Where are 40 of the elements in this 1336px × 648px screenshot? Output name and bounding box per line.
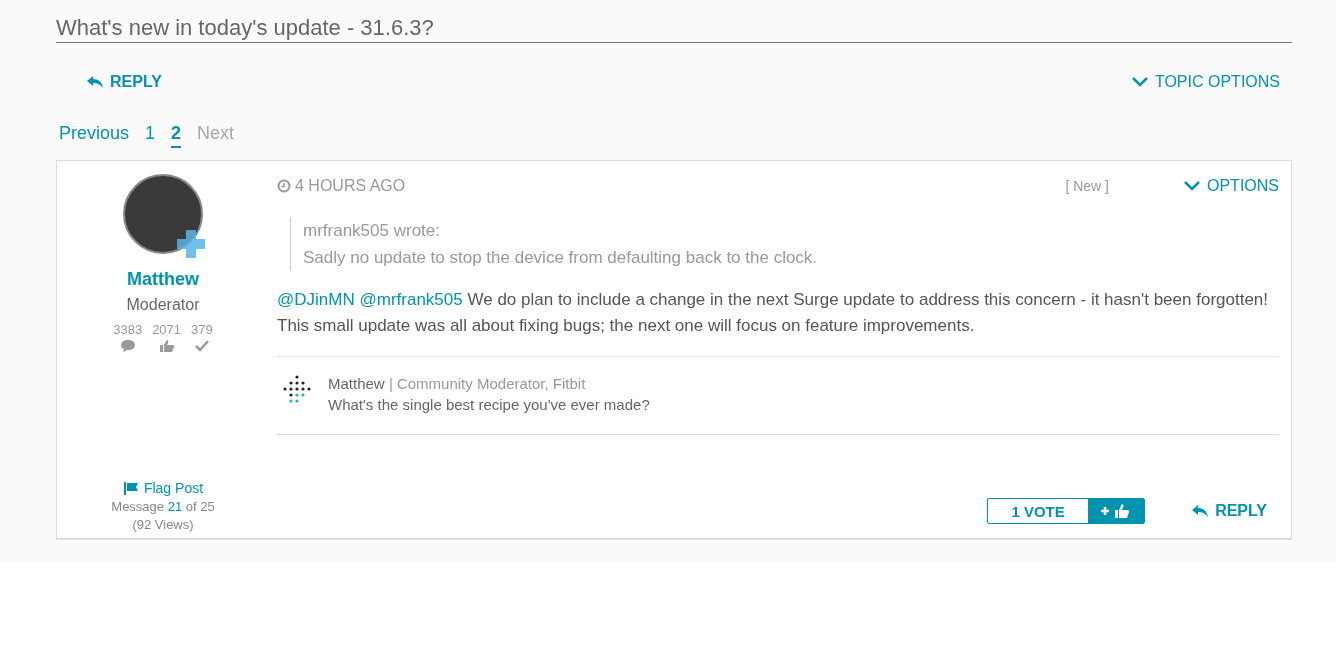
- topic-title: What's new in today's update - 31.6.3?: [56, 0, 1292, 43]
- moderator-badge-icon: [177, 230, 205, 258]
- post-body: @DJinMN @mrfrank505 We do plan to include a change in the next Surge update to address this concern - it hasn't been forgotten! This small update was all about fixing bugs; the next one will focus on feature improvements.: [277, 289, 1270, 337]
- clock-icon: [277, 179, 291, 193]
- quote-author: mrfrank505 wrote:: [303, 220, 441, 242]
- quote-text: Sadly no update to stop the device from defaulting back to the clock.: [303, 247, 819, 269]
- vote-count: 1 VOTE: [1010, 501, 1066, 522]
- dotted-logo-icon: [281, 373, 313, 405]
- thumbs-up-icon: [158, 339, 175, 353]
- checkmark-icon: [193, 339, 210, 353]
- stat-count: 3383: [113, 322, 143, 337]
- author-name[interactable]: Matthew: [127, 269, 199, 290]
- stat-count: 379: [191, 322, 213, 337]
- signature-text: What's the single best recipe you've ever made?: [328, 395, 650, 415]
- mention-link[interactable]: @mrfrank505: [359, 290, 463, 309]
- signature-name: Matthew: [328, 375, 385, 392]
- message-number-link[interactable]: 21: [167, 499, 183, 514]
- kudo-button[interactable]: [1088, 499, 1145, 523]
- chevron-down-icon: [1130, 75, 1149, 89]
- topic-options-button[interactable]: TOPIC OPTIONS: [1130, 73, 1280, 91]
- stat-count: 2071: [152, 322, 182, 337]
- author-rank: Moderator: [126, 296, 200, 314]
- reply-button[interactable]: REPLY: [86, 73, 162, 91]
- message-count: Message 21 of 25: [111, 499, 215, 514]
- signature-title: | Community Moderator, Fitbit: [388, 375, 586, 392]
- previous-link[interactable]: Previous: [59, 123, 130, 146]
- post-time: 4 HOURS AGO: [277, 177, 1066, 195]
- new-tag: [ New ]: [1065, 178, 1109, 194]
- reply-arrow-icon: [1191, 504, 1210, 518]
- page-link[interactable]: 2: [171, 123, 182, 148]
- speech-bubble-icon: [119, 339, 136, 353]
- chevron-down-icon: [1183, 179, 1201, 193]
- page-link[interactable]: 1: [145, 123, 156, 146]
- reply-arrow-icon: [86, 75, 104, 89]
- flag-post-link[interactable]: Flag Post: [122, 480, 204, 496]
- options-button[interactable]: OPTIONS: [1183, 177, 1279, 195]
- view-count: (92 Views): [132, 517, 194, 532]
- reply-button[interactable]: REPLY: [1191, 502, 1267, 520]
- flag-icon: [122, 481, 139, 495]
- mention-link[interactable]: @DJinMN: [277, 290, 355, 309]
